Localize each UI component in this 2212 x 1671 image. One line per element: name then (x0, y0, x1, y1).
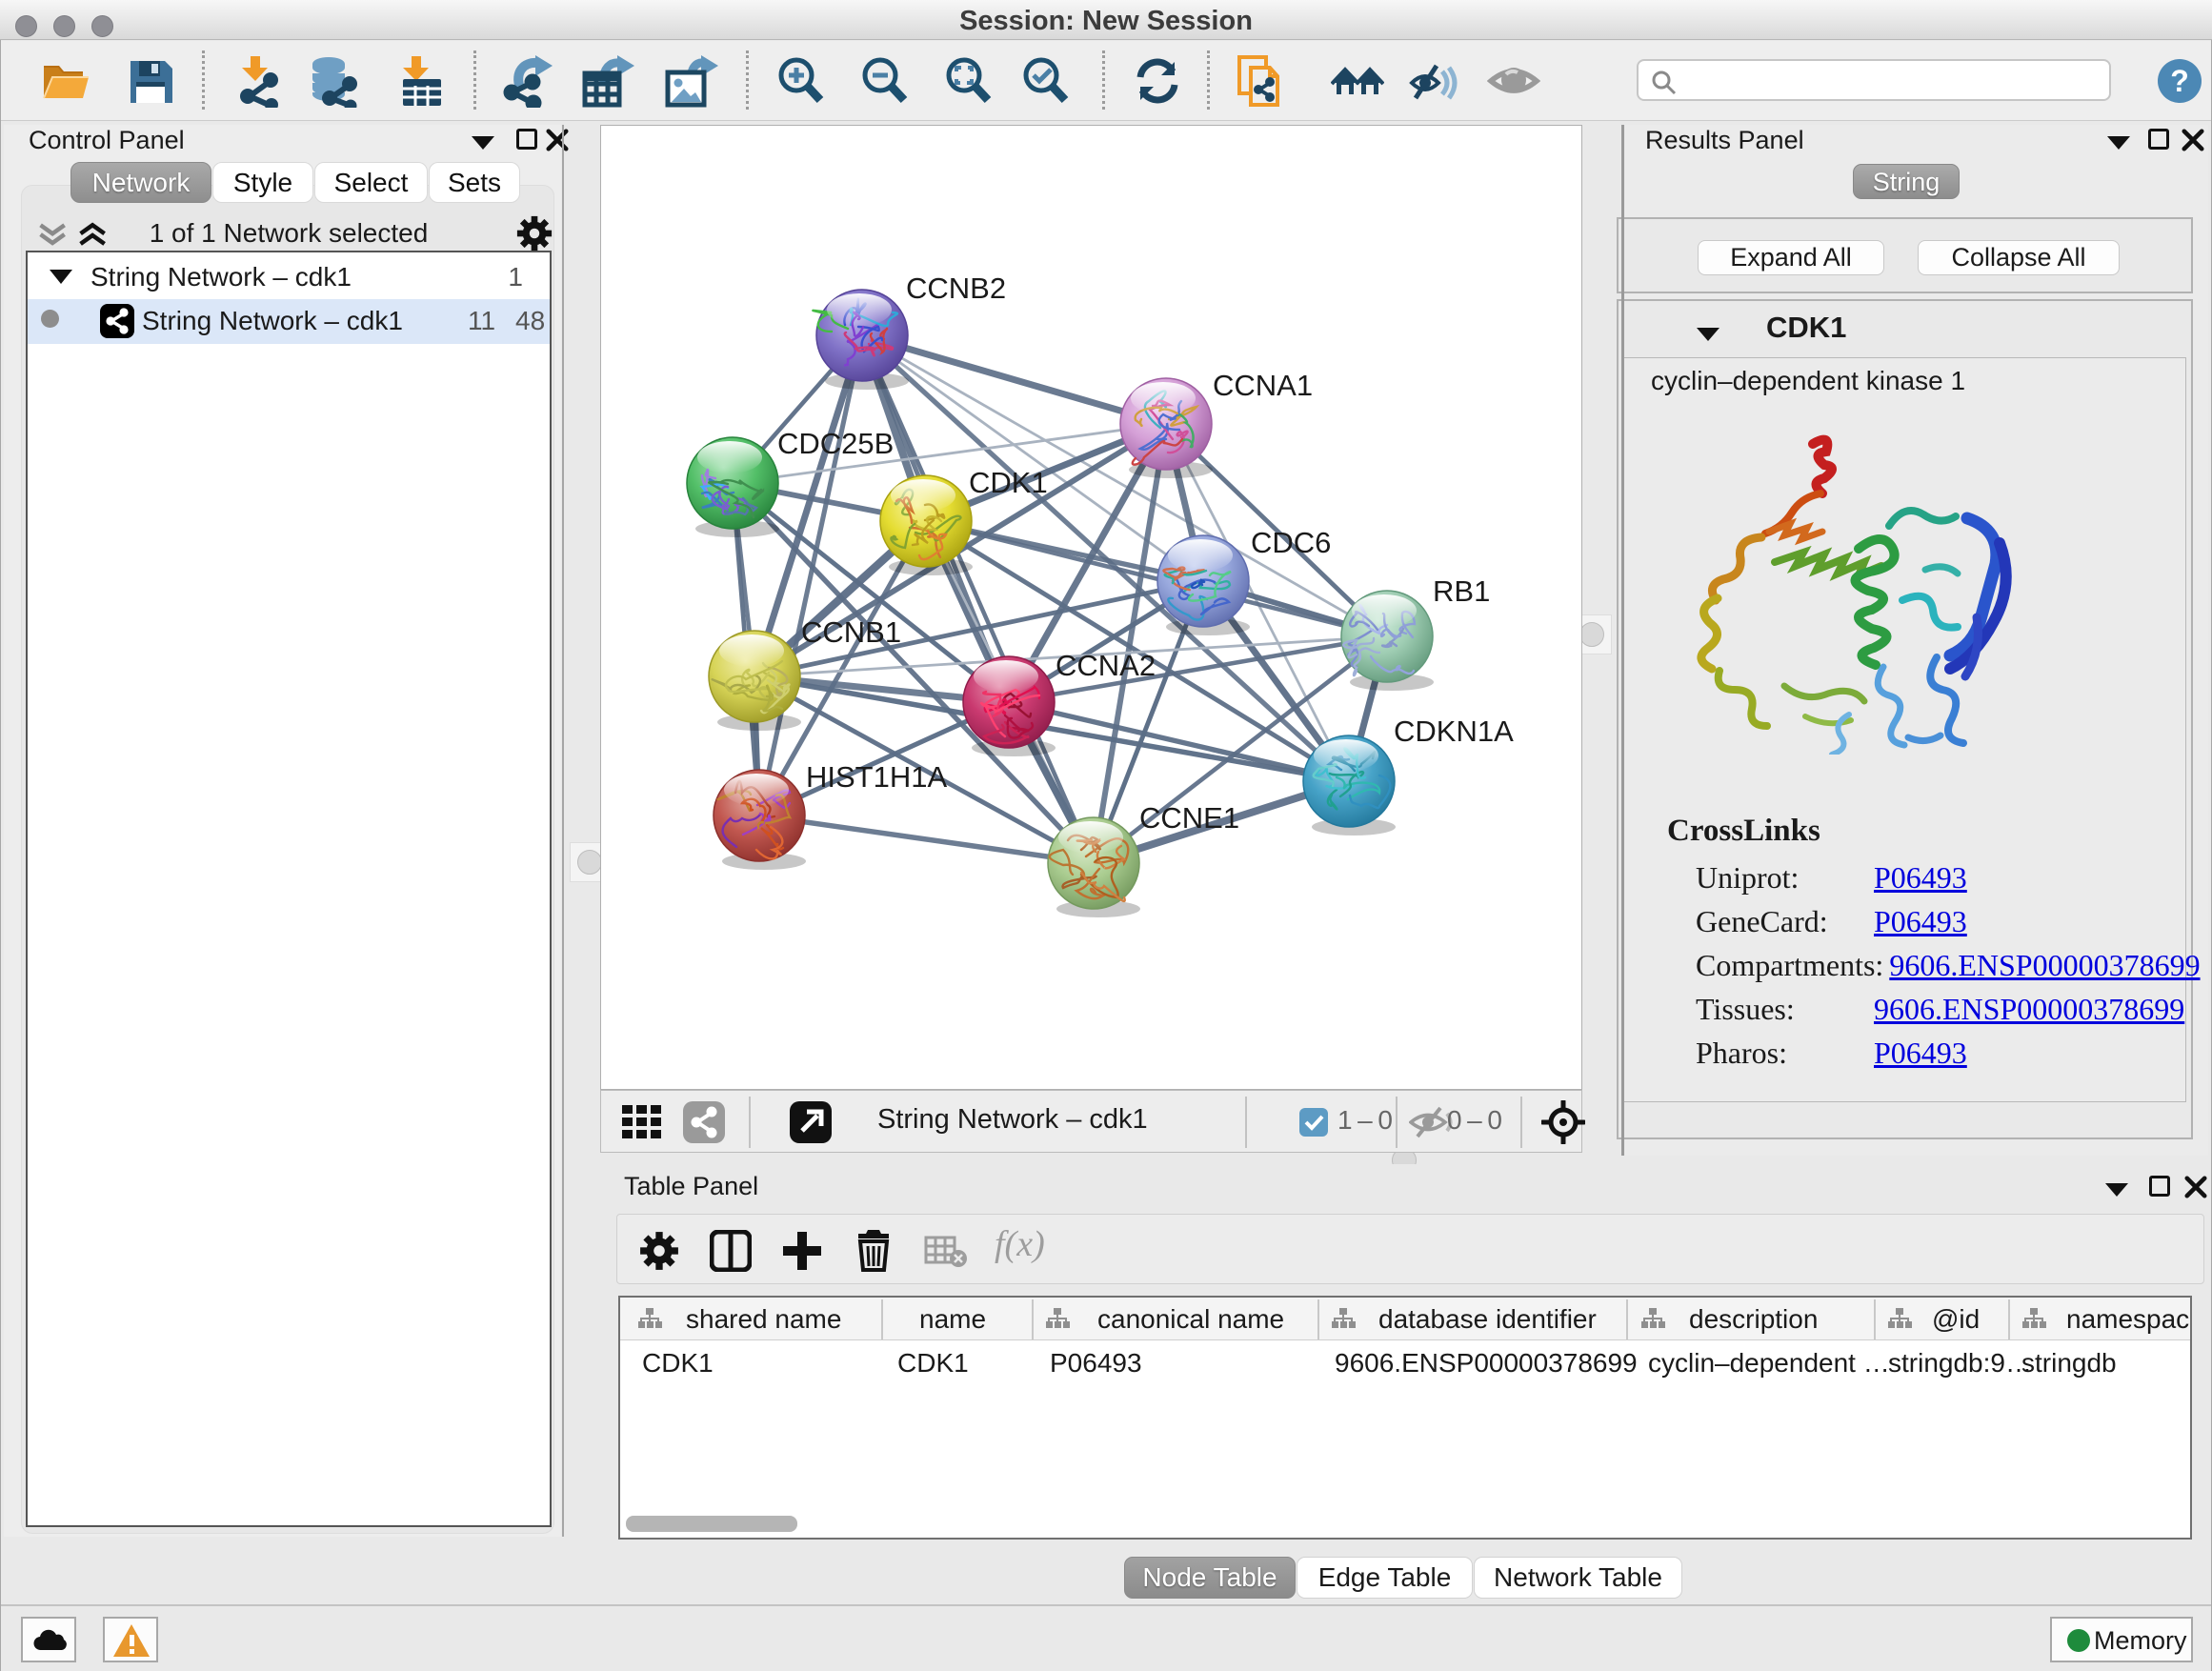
svg-text:CCNA2: CCNA2 (1056, 649, 1156, 682)
svg-text:CCNB2: CCNB2 (906, 272, 1006, 305)
svg-text:CCNE1: CCNE1 (1139, 801, 1239, 835)
svg-text:CCNB1: CCNB1 (801, 615, 901, 649)
svg-text:HIST1H1A: HIST1H1A (806, 760, 947, 794)
svg-text:RB1: RB1 (1433, 574, 1490, 608)
svg-text:CCNA1: CCNA1 (1213, 369, 1313, 402)
svg-text:CDK1: CDK1 (969, 466, 1048, 499)
svg-text:CDKN1A: CDKN1A (1394, 715, 1514, 748)
svg-text:?: ? (2170, 64, 2189, 98)
svg-text:CDC25B: CDC25B (777, 427, 894, 460)
svg-text:CDC6: CDC6 (1251, 526, 1331, 559)
